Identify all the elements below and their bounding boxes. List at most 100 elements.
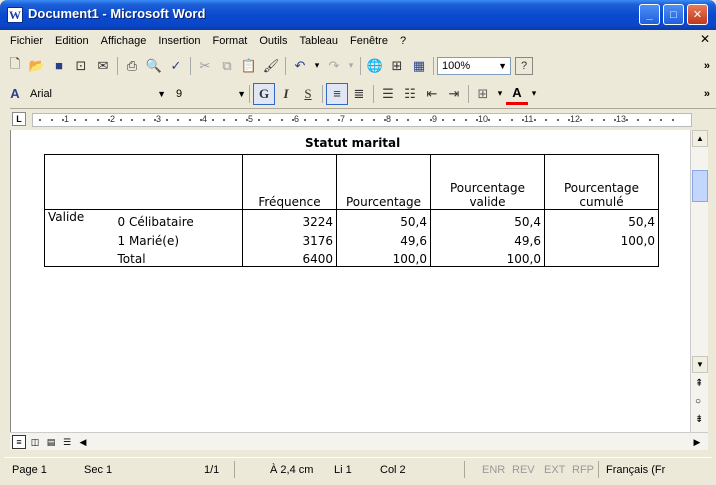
toolbar-overflow-icon[interactable]: » (704, 60, 710, 72)
undo-icon[interactable]: ↶ (289, 55, 311, 77)
ruler-tick (510, 119, 513, 121)
minimize-button[interactable]: _ (639, 4, 660, 25)
hyperlink-icon[interactable]: 🌐 (364, 55, 386, 77)
tab-selector-icon[interactable]: L (12, 112, 26, 126)
cum-cell: 50,4 (544, 209, 659, 229)
ruler-tick (269, 119, 271, 121)
previous-page-icon[interactable]: ⇞ (695, 378, 703, 389)
print-preview-icon[interactable]: 🔍 (143, 55, 165, 77)
italic-button[interactable]: I (275, 83, 297, 105)
paste-icon[interactable]: 📋 (238, 55, 260, 77)
email-icon[interactable]: ✉ (92, 55, 114, 77)
cut-icon[interactable]: ✂ (194, 55, 216, 77)
redo-dropdown-icon[interactable]: ▾ (345, 60, 357, 71)
open-folder-icon[interactable]: 📂 (26, 55, 48, 77)
freq-cell: 6400 (242, 247, 337, 267)
decrease-indent-icon[interactable]: ⇤ (421, 83, 443, 105)
scroll-right-icon[interactable]: ▶ (690, 435, 704, 449)
toolbar-overflow-icon[interactable]: » (704, 88, 710, 100)
chevron-down-icon: ▼ (498, 60, 507, 71)
new-document-icon[interactable]: 🗋 (4, 55, 26, 77)
spelling-icon[interactable]: ✓ (165, 55, 187, 77)
cum-cell: 100,0 (544, 228, 659, 248)
menu-fenetre[interactable]: Fenêtre (344, 35, 394, 47)
save-icon[interactable]: ■ (48, 55, 70, 77)
document-area[interactable]: Statut marital Fréquence Pourcentage Pou… (10, 130, 690, 432)
chevron-down-icon: ▼ (237, 88, 246, 99)
print-layout-icon[interactable]: ▤ (44, 435, 58, 449)
redo-icon[interactable]: ↷ (323, 55, 345, 77)
borders-dropdown-icon[interactable]: ▾ (494, 88, 506, 99)
insert-table-icon[interactable]: ▦ (408, 55, 430, 77)
ruler-strip[interactable]: 1 2 3 4 5 6 7 8 9 10 11 12 13 (32, 113, 692, 127)
align-center-icon[interactable]: ≣ (348, 83, 370, 105)
menu-fichier[interactable]: Fichier (4, 35, 49, 47)
status-divider (464, 461, 465, 478)
increase-indent-icon[interactable]: ⇥ (443, 83, 465, 105)
toolbar-divider (190, 56, 191, 75)
ruler-tick (131, 119, 133, 121)
menu-format[interactable]: Format (207, 35, 254, 47)
status-rfp[interactable]: RFP (572, 464, 594, 476)
menu-help[interactable]: ? (394, 35, 412, 47)
ruler-tick (142, 119, 145, 121)
ruler-number: 12 (570, 114, 581, 124)
vertical-scrollbar[interactable]: ▲ ▼ ⇞ ○ ⇟ (690, 130, 708, 432)
ruler-tick (568, 119, 570, 121)
tables-borders-icon[interactable]: ⊞ (386, 55, 408, 77)
title-bar[interactable]: W Document1 - Microsoft Word _ □ ✕ (0, 0, 716, 30)
close-button[interactable]: ✕ (687, 4, 708, 25)
next-page-icon[interactable]: ⇟ (695, 414, 703, 425)
numbering-icon[interactable]: ☰ (377, 83, 399, 105)
normal-view-icon[interactable]: ≡ (12, 435, 26, 449)
ruler-tick (257, 119, 260, 121)
word-doc-icon[interactable]: W (7, 7, 23, 23)
font-size-select[interactable]: 9 ▼ (172, 85, 246, 103)
ruler-tick (476, 119, 478, 121)
ruler-tick (303, 119, 306, 121)
pct-cell: 49,6 (336, 228, 431, 248)
menu-affichage[interactable]: Affichage (95, 35, 153, 47)
borders-icon[interactable]: ⊞ (472, 83, 494, 105)
menu-insertion[interactable]: Insertion (152, 35, 206, 47)
font-select[interactable]: Arial ▼ (26, 85, 166, 103)
styles-icon[interactable]: A (4, 83, 26, 105)
chevron-down-icon: ▼ (157, 88, 166, 99)
copy-icon[interactable]: ⧉ (216, 55, 238, 77)
undo-dropdown-icon[interactable]: ▾ (311, 60, 323, 71)
underline-button[interactable]: S (297, 83, 319, 105)
scroll-thumb[interactable] (692, 170, 708, 202)
toolbar-divider (373, 84, 374, 103)
zoom-select[interactable]: 100% ▼ (437, 56, 511, 75)
web-layout-icon[interactable]: ◫ (28, 435, 42, 449)
maximize-button[interactable]: □ (663, 4, 684, 25)
format-painter-icon[interactable]: 🖌 (260, 55, 282, 77)
document-close-icon[interactable]: ✕ (700, 32, 710, 46)
status-rev[interactable]: REV (512, 464, 535, 476)
menu-outils[interactable]: Outils (253, 35, 293, 47)
align-left-icon[interactable]: ≡ (326, 82, 348, 105)
scroll-up-icon[interactable]: ▲ (692, 130, 708, 147)
menu-bar: Fichier Edition Affichage Insertion Form… (4, 30, 712, 51)
bullets-icon[interactable]: ☷ (399, 83, 421, 105)
print-icon[interactable]: ⎙ (121, 55, 143, 77)
help-icon[interactable]: ? (515, 56, 533, 75)
status-enr[interactable]: ENR (482, 464, 505, 476)
browse-object-icon[interactable]: ○ (695, 396, 701, 407)
menu-edition[interactable]: Edition (49, 35, 95, 47)
font-color-dropdown-icon[interactable]: ▾ (528, 88, 540, 99)
horizontal-scrollbar[interactable]: ≡ ◫ ▤ ☰ ◀ ▶ (10, 432, 708, 450)
scroll-down-icon[interactable]: ▼ (692, 356, 708, 373)
window-title: Document1 - Microsoft Word (28, 6, 206, 21)
status-ext[interactable]: EXT (544, 464, 565, 476)
ruler-tick (407, 119, 409, 121)
ruler-tick (200, 119, 202, 121)
ruler-tick (372, 119, 375, 121)
scroll-left-icon[interactable]: ◀ (76, 435, 90, 449)
outline-view-icon[interactable]: ☰ (60, 435, 74, 449)
toolbar-divider (360, 56, 361, 75)
bold-button[interactable]: G (253, 82, 275, 105)
font-color-icon[interactable]: A (506, 83, 528, 105)
permission-icon[interactable]: ⊡ (70, 55, 92, 77)
menu-tableau[interactable]: Tableau (294, 35, 345, 47)
